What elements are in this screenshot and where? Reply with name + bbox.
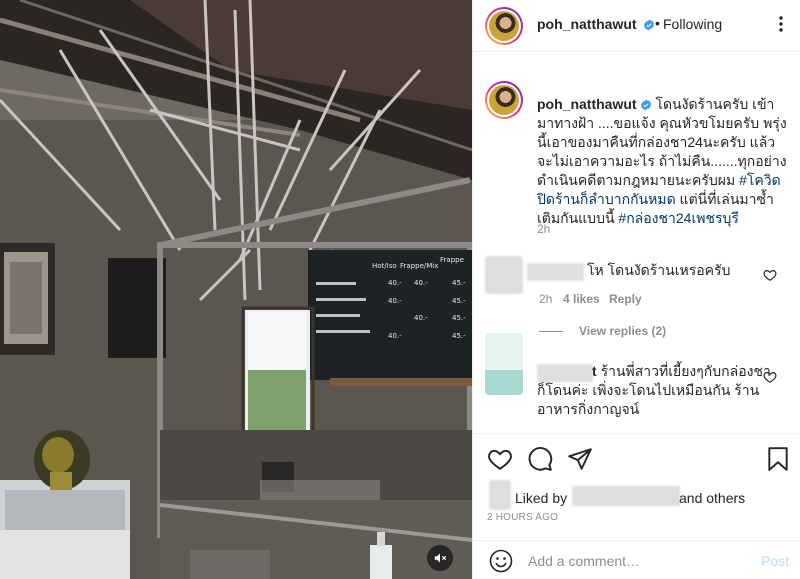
heart-icon[interactable] xyxy=(763,370,777,384)
muted-speaker-icon xyxy=(434,553,447,563)
menu-price: 40.- xyxy=(388,279,402,287)
caption-username[interactable]: poh_natthawut xyxy=(537,96,637,112)
commenter-avatar[interactable] xyxy=(485,256,523,294)
comment-icon[interactable] xyxy=(527,446,553,472)
author-username[interactable]: poh_natthawut xyxy=(537,16,655,32)
header-separator-dot: • xyxy=(655,15,660,31)
comment-likes[interactable]: 4 likes xyxy=(563,292,600,306)
verified-badge-icon xyxy=(644,19,655,31)
commenter-username-redacted[interactable] xyxy=(527,263,584,281)
bookmark-icon[interactable] xyxy=(765,446,791,472)
post-comment-button[interactable]: Post xyxy=(761,553,789,569)
post-side-panel: poh_natthawut • Following poh_natthawut … xyxy=(472,0,800,579)
caption: poh_natthawut โดนงัดร้านครับ เข้ามาทางฝ้… xyxy=(537,95,787,228)
comment-time[interactable]: 2h xyxy=(539,292,552,306)
comment-text: t ร้านพี่สาวที่เยี้ยงๆกับกล่องชาก็โดนค่ะ… xyxy=(537,363,771,417)
liker-username-redacted[interactable] xyxy=(572,486,680,506)
menu-price: 45.- xyxy=(452,314,466,322)
menu-price: 45.- xyxy=(452,279,466,287)
view-replies-button[interactable]: View replies (2) xyxy=(539,324,666,338)
following-button[interactable]: Following xyxy=(663,16,722,32)
menu-price: 40.- xyxy=(414,279,428,287)
post-header: poh_natthawut • Following xyxy=(473,0,800,52)
menu-board-header-1: Hot/Iso xyxy=(372,262,397,270)
share-icon[interactable] xyxy=(567,446,593,472)
post-timestamp[interactable]: 2 HOURS AGO xyxy=(487,512,558,523)
caption-author-avatar[interactable] xyxy=(485,81,523,119)
post-video-frame: Hot/Iso Frappe/Mix Frappe 40.- 40.- 45.-… xyxy=(0,0,472,579)
menu-price: 45.- xyxy=(452,332,466,340)
menu-price: 40.- xyxy=(388,297,402,305)
more-options-icon[interactable] xyxy=(772,14,790,34)
mute-button[interactable] xyxy=(427,545,453,571)
commenter-username-suffix[interactable]: t xyxy=(592,363,597,379)
reply-button[interactable]: Reply xyxy=(609,292,642,306)
hashtag-link[interactable]: #กล่องชา24เพชรบุรี xyxy=(618,210,738,226)
add-comment-bar: Post xyxy=(473,540,800,579)
commenter-avatar[interactable] xyxy=(485,333,523,395)
menu-board-header-3: Frappe xyxy=(440,256,464,264)
liked-by-label: Liked by xyxy=(515,490,568,506)
liked-by-others-link[interactable]: and others xyxy=(679,490,745,506)
menu-price: 40.- xyxy=(388,332,402,340)
author-avatar[interactable] xyxy=(485,7,523,45)
comment-text: โห โดนงัดร้านเหรอครับ xyxy=(587,262,731,278)
verified-badge-icon xyxy=(640,99,651,111)
comment-input[interactable] xyxy=(528,551,748,571)
liker-avatar[interactable] xyxy=(489,480,511,510)
menu-price: 45.- xyxy=(452,297,466,305)
heart-icon[interactable] xyxy=(487,446,513,472)
heart-icon[interactable] xyxy=(763,268,777,282)
emoji-icon[interactable] xyxy=(489,549,513,573)
post-media[interactable]: Hot/Iso Frappe/Mix Frappe 40.- 40.- 45.-… xyxy=(0,0,472,579)
caption-timestamp[interactable]: 2h xyxy=(537,222,550,236)
menu-board-header-2: Frappe/Mix xyxy=(400,262,438,270)
menu-price: 40.- xyxy=(414,314,428,322)
